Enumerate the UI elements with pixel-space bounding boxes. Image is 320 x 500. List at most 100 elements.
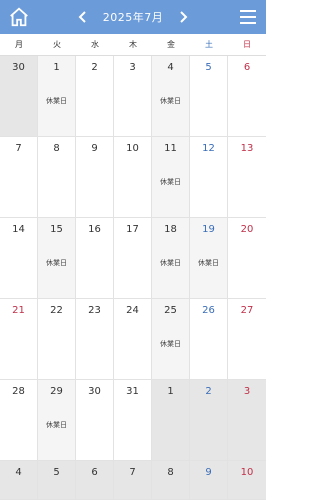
calendar-day-cell[interactable]: 6 [76,461,114,500]
next-month-button[interactable] [175,9,191,25]
closed-day-label: 休業日 [46,97,67,105]
closed-day-label: 休業日 [160,259,181,267]
calendar-day-cell[interactable]: 11 休業日 [152,137,190,218]
day-number: 22 [50,305,63,316]
day-number: 12 [202,143,215,154]
chevron-right-icon [180,11,188,23]
calendar-day-cell[interactable]: 31 [114,380,152,461]
calendar-day-cell[interactable]: 3 [228,380,266,461]
day-number: 30 [12,62,25,73]
chevron-left-icon [78,11,86,23]
day-number: 24 [126,305,139,316]
day-number: 5 [205,62,212,73]
calendar-day-cell[interactable]: 18 休業日 [152,218,190,299]
day-number: 2 [205,386,212,397]
day-number: 19 [202,224,215,235]
menu-button[interactable] [238,7,258,27]
weekday-label: 木 [129,40,137,49]
calendar-day-cell[interactable]: 4 休業日 [152,56,190,137]
closed-day-label: 休業日 [46,259,67,267]
day-number: 11 [164,143,177,154]
month-title: 2025年7月 [102,11,164,24]
day-number: 1 [53,62,60,73]
calendar-day-cell[interactable]: 23 [76,299,114,380]
day-number: 17 [126,224,139,235]
day-number: 16 [88,224,101,235]
calendar-day-cell[interactable]: 5 [190,56,228,137]
calendar-day-cell[interactable]: 26 [190,299,228,380]
calendar-day-cell[interactable]: 27 [228,299,266,380]
month-navigator: 2025年7月 [0,0,266,34]
closed-day-label: 休業日 [160,97,181,105]
weekday-label: 月 [15,40,23,49]
day-number: 15 [50,224,63,235]
prev-month-button[interactable] [75,9,91,25]
weekday-label: 日 [243,40,251,49]
calendar-day-cell[interactable]: 7 [114,461,152,500]
day-number: 23 [88,305,101,316]
weekday-header-row: 月火水木金土日 [0,34,266,56]
weekday-label: 土 [205,40,213,49]
calendar-day-cell[interactable]: 30 [76,380,114,461]
day-number: 7 [129,467,136,478]
calendar-day-cell[interactable]: 9 [76,137,114,218]
day-number: 2 [91,62,98,73]
calendar-day-cell[interactable]: 20 [228,218,266,299]
day-number: 14 [12,224,25,235]
calendar-day-cell[interactable]: 22 [38,299,76,380]
calendar-day-cell[interactable]: 1 休業日 [38,56,76,137]
day-number: 30 [88,386,101,397]
day-number: 4 [15,467,22,478]
calendar-day-cell[interactable]: 14 [0,218,38,299]
calendar-day-cell[interactable]: 19 休業日 [190,218,228,299]
calendar-day-cell[interactable]: 21 [0,299,38,380]
calendar-day-cell[interactable]: 10 [114,137,152,218]
calendar-day-cell[interactable]: 2 [190,380,228,461]
closed-day-label: 休業日 [46,421,67,429]
day-number: 13 [240,143,254,154]
calendar-day-cell[interactable]: 13 [228,137,266,218]
calendar-day-cell[interactable]: 17 [114,218,152,299]
hamburger-menu-icon [240,10,256,24]
calendar-day-cell[interactable]: 3 [114,56,152,137]
day-number: 9 [91,143,98,154]
calendar-day-cell[interactable]: 6 [228,56,266,137]
calendar-day-cell[interactable]: 28 [0,380,38,461]
day-number: 10 [240,467,254,478]
day-number: 7 [15,143,22,154]
day-number: 20 [240,224,254,235]
calendar-day-cell[interactable]: 29 休業日 [38,380,76,461]
calendar-day-cell[interactable]: 8 [38,137,76,218]
calendar-day-cell[interactable]: 12 [190,137,228,218]
calendar-day-cell[interactable]: 30 [0,56,38,137]
calendar-day-cell[interactable]: 5 [38,461,76,500]
day-number: 29 [50,386,63,397]
weekday-label: 金 [167,40,175,49]
calendar-day-cell[interactable]: 15 休業日 [38,218,76,299]
calendar-day-cell[interactable]: 9 [190,461,228,500]
day-number: 21 [12,305,25,316]
calendar-day-cell[interactable]: 2 [76,56,114,137]
day-number: 8 [53,143,60,154]
day-number: 6 [91,467,98,478]
calendar-day-cell[interactable]: 4 [0,461,38,500]
day-number: 9 [205,467,212,478]
weekday-label: 火 [53,40,61,49]
calendar-day-cell[interactable]: 16 [76,218,114,299]
closed-day-label: 休業日 [160,178,181,186]
day-number: 8 [167,467,174,478]
day-number: 1 [167,386,174,397]
calendar-grid: 30 1 休業日 2 3 4 休業日 5 6 7 8 9 10 11 休業日 12 13 14 15 休業日 16 17 1… [0,56,266,500]
calendar-day-cell[interactable]: 8 [152,461,190,500]
day-number: 6 [243,62,251,73]
day-number: 3 [129,62,136,73]
calendar-day-cell[interactable]: 1 [152,380,190,461]
closed-day-label: 休業日 [198,259,219,267]
day-number: 3 [243,386,251,397]
weekday-label: 水 [91,40,99,49]
calendar-day-cell[interactable]: 24 [114,299,152,380]
calendar-day-cell[interactable]: 10 [228,461,266,500]
calendar-day-cell[interactable]: 7 [0,137,38,218]
calendar-day-cell[interactable]: 25 休業日 [152,299,190,380]
closed-day-label: 休業日 [160,340,181,348]
